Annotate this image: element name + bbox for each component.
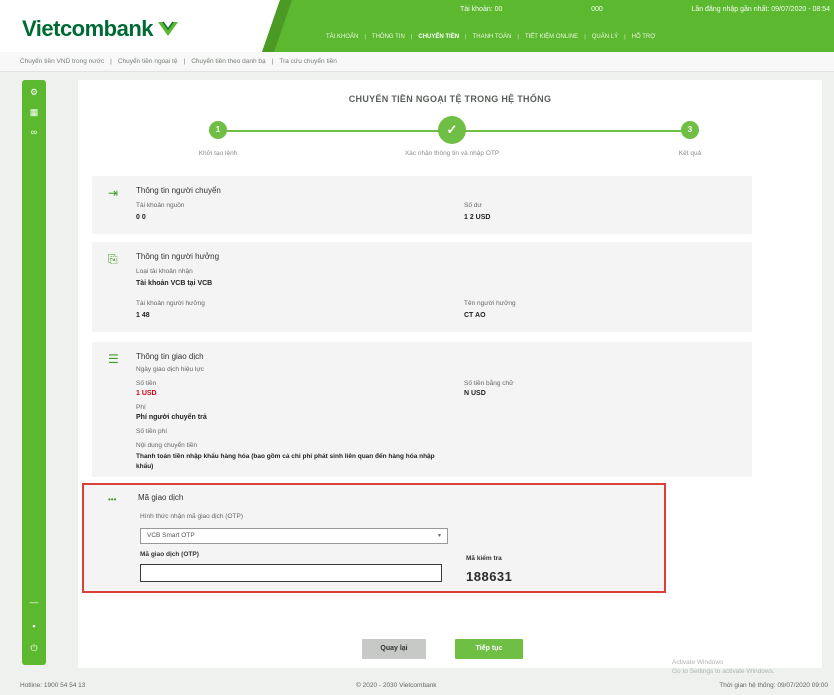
balance-value: 1 2 USD <box>464 214 491 221</box>
language-flag-icon[interactable]: ▪ <box>28 620 40 632</box>
sub-nav: Chuyển tiền VND trong nước | Chuyển tiền … <box>0 52 834 72</box>
otp-method-value: VCB Smart OTP <box>147 532 195 539</box>
header-account-code: 000 <box>591 6 603 13</box>
grid-icon[interactable]: ▦ <box>28 106 40 118</box>
otp-icon: ••• <box>108 495 117 504</box>
fee-label: Phí <box>136 404 146 411</box>
nav-item-support[interactable]: HỖ TRỢ <box>632 34 656 40</box>
step-1-dot: 1 <box>209 121 227 139</box>
nav-item-transfer[interactable]: CHUYỂN TIỀN <box>418 34 459 40</box>
sender-section: ⇥ Thông tin người chuyển Tài khoản nguồn… <box>92 176 752 234</box>
amount-words-label: Số tiền bằng chữ <box>464 380 514 387</box>
transaction-section: ☰ Thông tin giao dịch Ngày giao dịch hiệ… <box>92 342 752 477</box>
content-label: Nội dung chuyển tiền <box>136 442 198 449</box>
nav-separator: | <box>465 34 467 40</box>
nav-separator: | <box>364 34 366 40</box>
continue-button[interactable]: Tiếp tục <box>455 639 523 659</box>
otp-title: Mã giao dịch <box>138 493 184 502</box>
windows-activation-watermark: Activate Windows Go to Settings to activ… <box>672 658 775 676</box>
amount-label: Số tiền <box>136 380 157 387</box>
power-icon[interactable]: ⏻ <box>28 642 40 654</box>
watermark-line-2: Go to Settings to activate Windows. <box>672 668 775 675</box>
main-nav: TÀI KHOẢN | THÔNG TIN | CHUYỂN TIỀN | THANH… <box>326 34 834 40</box>
amount-value: 1 USD <box>136 390 157 397</box>
content-value: Thanh toán tiền nhập khẩu hàng hóa (bao … <box>136 453 435 470</box>
subnav-item-domestic[interactable]: Chuyển tiền VND trong nước <box>20 58 104 65</box>
account-type-value: Tài khoản VCB tại VCB <box>136 280 213 287</box>
step-2-check-icon: ✓ <box>438 116 466 144</box>
effective-date-label: Ngày giao dịch hiệu lực <box>136 366 204 373</box>
transaction-icon: ☰ <box>108 352 119 366</box>
minimize-icon[interactable]: — <box>28 596 40 608</box>
nav-item-accounts[interactable]: TÀI KHOẢN <box>326 34 358 40</box>
nav-separator: | <box>584 34 586 40</box>
balance-label: Số dư <box>464 202 482 209</box>
sender-title: Thông tin người chuyển <box>136 186 221 195</box>
header-last-login: Lần đăng nhập gần nhất: 09/07/2020 - 08:… <box>691 6 830 13</box>
step-2-label: Xác nhận thông tin và nhập OTP <box>404 150 500 157</box>
back-button[interactable]: Quay lại <box>362 639 426 659</box>
sender-icon: ⇥ <box>108 186 119 200</box>
footer-hotline: Hotline: 1900 54 54 13 <box>20 682 86 689</box>
captcha-label: Mã kiểm tra <box>466 555 502 562</box>
subnav-item-contacts[interactable]: Chuyển tiền theo danh bạ <box>191 58 265 65</box>
subnav-separator: | <box>183 58 186 65</box>
step-1-label: Khởi tạo lệnh <box>198 150 238 157</box>
account-type-label: Loại tài khoản nhận <box>136 268 193 275</box>
subnav-separator: | <box>271 58 274 65</box>
otp-method-select[interactable]: VCB Smart OTP ▾ <box>140 528 448 544</box>
fee-amount-label: Số tiền phí <box>136 428 168 435</box>
step-3-dot: 3 <box>681 121 699 139</box>
transaction-title: Thông tin giao dịch <box>136 352 204 361</box>
receiver-icon: ⎘ <box>108 252 118 266</box>
main-panel: CHUYỂN TIỀN NGOẠI TỆ TRONG HỆ THỐNG 1 ✓ … <box>78 80 822 668</box>
link-icon[interactable]: ∞ <box>28 126 40 138</box>
nav-separator: | <box>624 34 626 40</box>
footer: Hotline: 1900 54 54 13 © 2020 - 2030 Vie… <box>0 676 834 695</box>
fee-value: Phí người chuyển trả <box>136 414 207 421</box>
subnav-item-lookup[interactable]: Tra cứu chuyển tiền <box>279 58 337 65</box>
source-account-label: Tài khoản nguồn <box>136 202 185 209</box>
chevron-down-icon: ▾ <box>437 533 441 539</box>
watermark-line-1: Activate Windows <box>672 659 724 666</box>
header-account: Tài khoản: 00 <box>460 6 503 13</box>
otp-section: ••• Mã giao dịch Hình thức nhận mã giao … <box>82 483 666 593</box>
step-3-label: Kết quả <box>678 150 702 157</box>
left-sidebar: ⚙ ▦ ∞ — ▪ ⏻ <box>22 80 46 665</box>
top-header: Vietcombank Tài khoản: 00 000 Lần đăng n… <box>0 0 834 52</box>
beneficiary-account-label: Tài khoản người hưởng <box>136 300 205 307</box>
page-title: CHUYỂN TIỀN NGOẠI TỆ TRONG HỆ THỐNG <box>348 94 552 104</box>
nav-item-savings[interactable]: TIẾT KIỆM ONLINE <box>525 34 578 40</box>
subnav-item-foreign[interactable]: Chuyển tiền ngoại tệ <box>118 58 178 65</box>
otp-code-label: Mã giao dịch (OTP) <box>140 551 199 558</box>
beneficiary-name-value: CT AO <box>464 312 486 319</box>
receiver-title: Thông tin người hưởng <box>136 252 220 261</box>
nav-separator: | <box>410 34 413 40</box>
beneficiary-account-value: 1 48 <box>136 312 150 319</box>
source-account-value: 0 0 <box>136 214 146 221</box>
captcha-value: 188631 <box>466 569 513 584</box>
logo-text: Vietcombank <box>22 16 154 41</box>
beneficiary-name-label: Tên người hưởng <box>464 300 516 307</box>
nav-separator: | <box>517 34 519 40</box>
nav-item-info[interactable]: THÔNG TIN <box>372 34 405 40</box>
amount-words-value: N USD <box>464 390 486 397</box>
footer-copyright: © 2020 - 2030 Vietcombank <box>356 682 437 689</box>
settings-icon[interactable]: ⚙ <box>28 86 40 98</box>
logo-mark-icon <box>158 21 179 36</box>
receiver-section: ⎘ Thông tin người hưởng Loại tài khoản n… <box>92 242 752 332</box>
subnav-separator: | <box>110 58 112 65</box>
otp-code-input[interactable] <box>140 564 442 582</box>
footer-system-time: Thời gian hệ thống: 09/07/2020 09:00 <box>719 682 828 689</box>
nav-item-manage[interactable]: QUẢN LÝ <box>592 34 618 40</box>
header-account-info: Tài khoản: 00 000 Lần đăng nhập gần nhất… <box>460 6 830 13</box>
otp-method-label: Hình thức nhận mã giao dịch (OTP) <box>140 513 243 520</box>
vietcombank-logo[interactable]: Vietcombank <box>22 16 179 42</box>
nav-item-payment[interactable]: THANH TOÁN <box>473 34 512 40</box>
